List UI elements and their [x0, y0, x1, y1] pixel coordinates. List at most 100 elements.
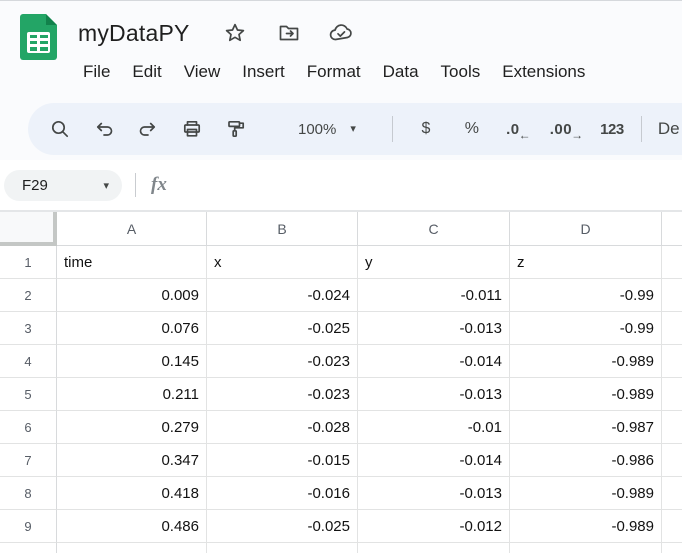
cell-E1[interactable]	[662, 246, 682, 279]
cell-B6[interactable]: -0.028	[207, 411, 358, 444]
menu-data[interactable]: Data	[372, 58, 430, 86]
cell-C9[interactable]: -0.012	[358, 510, 510, 543]
cell-A1[interactable]: time	[57, 246, 207, 279]
cell-E8[interactable]	[662, 477, 682, 510]
menu-bar: File Edit View Insert Format Data Tools …	[72, 55, 596, 89]
cell-B3[interactable]: -0.025	[207, 312, 358, 345]
format-currency-button[interactable]: $	[403, 107, 449, 151]
logo-fold	[46, 14, 57, 25]
column-header-a[interactable]: A	[57, 212, 207, 246]
cell-D10[interactable]: -0.99	[510, 543, 662, 553]
cell-B7[interactable]: -0.015	[207, 444, 358, 477]
column-header-d[interactable]: D	[510, 212, 662, 246]
document-title[interactable]: myDataPY	[78, 20, 190, 47]
row-number[interactable]: 1	[0, 246, 57, 279]
cell-E4[interactable]	[662, 345, 682, 378]
cell-D7[interactable]: -0.986	[510, 444, 662, 477]
cell-E6[interactable]	[662, 411, 682, 444]
sheet-row-2: 2 0.009 -0.024 -0.011 -0.99	[0, 279, 682, 312]
font-selector[interactable]: De	[658, 119, 680, 139]
row-number[interactable]: 2	[0, 279, 57, 312]
cell-B5[interactable]: -0.023	[207, 378, 358, 411]
paint-format-icon[interactable]	[214, 107, 258, 151]
cell-C10[interactable]: -0.013	[358, 543, 510, 553]
decrease-decimal-button[interactable]: .0←	[495, 107, 543, 151]
cell-A7[interactable]: 0.347	[57, 444, 207, 477]
cloud-saved-icon[interactable]	[328, 20, 354, 46]
sheet-row-1: 1 time x y z	[0, 246, 682, 279]
cell-D2[interactable]: -0.99	[510, 279, 662, 312]
cell-E9[interactable]	[662, 510, 682, 543]
cell-D4[interactable]: -0.989	[510, 345, 662, 378]
menu-file[interactable]: File	[72, 58, 121, 86]
cell-C2[interactable]: -0.011	[358, 279, 510, 312]
sheet-row-7: 7 0.347 -0.015 -0.014 -0.986	[0, 444, 682, 477]
row-number[interactable]: 8	[0, 477, 57, 510]
cell-B10[interactable]: -0.02	[207, 543, 358, 553]
cell-C7[interactable]: -0.014	[358, 444, 510, 477]
cell-E2[interactable]	[662, 279, 682, 312]
more-formats-button[interactable]: 123	[591, 107, 633, 151]
menu-tools[interactable]: Tools	[430, 58, 492, 86]
cell-E5[interactable]	[662, 378, 682, 411]
cell-A4[interactable]: 0.145	[57, 345, 207, 378]
move-to-folder-icon[interactable]	[276, 20, 302, 46]
row-number[interactable]: 4	[0, 345, 57, 378]
cell-E10[interactable]	[662, 543, 682, 553]
redo-icon[interactable]	[126, 107, 170, 151]
menu-format[interactable]: Format	[296, 58, 372, 86]
cell-A10[interactable]: 0.552	[57, 543, 207, 553]
column-header-e[interactable]	[662, 212, 682, 246]
toolbar-strip: 100% ▾ $ % .0← .00→ 123 De	[0, 96, 682, 160]
menu-insert[interactable]: Insert	[231, 58, 296, 86]
cell-D1[interactable]: z	[510, 246, 662, 279]
row-number[interactable]: 6	[0, 411, 57, 444]
cell-B8[interactable]: -0.016	[207, 477, 358, 510]
column-header-b[interactable]: B	[207, 212, 358, 246]
row-number[interactable]: 7	[0, 444, 57, 477]
row-number[interactable]: 9	[0, 510, 57, 543]
increase-decimal-button[interactable]: .00→	[543, 107, 591, 151]
cell-A3[interactable]: 0.076	[57, 312, 207, 345]
cell-C4[interactable]: -0.014	[358, 345, 510, 378]
row-number[interactable]: 10	[0, 543, 57, 553]
format-percent-button[interactable]: %	[449, 107, 495, 151]
column-header-c[interactable]: C	[358, 212, 510, 246]
cell-E7[interactable]	[662, 444, 682, 477]
select-all-corner[interactable]	[0, 212, 57, 246]
zoom-control[interactable]: 100% ▾	[288, 111, 366, 147]
row-number[interactable]: 3	[0, 312, 57, 345]
cell-B9[interactable]: -0.025	[207, 510, 358, 543]
print-icon[interactable]	[170, 107, 214, 151]
name-box[interactable]: F29 ▾	[4, 170, 122, 201]
cell-D6[interactable]: -0.987	[510, 411, 662, 444]
cell-C6[interactable]: -0.01	[358, 411, 510, 444]
cell-D9[interactable]: -0.989	[510, 510, 662, 543]
formula-bar-row: F29 ▾ fx	[0, 160, 682, 212]
cell-C8[interactable]: -0.013	[358, 477, 510, 510]
row-number[interactable]: 5	[0, 378, 57, 411]
cell-B4[interactable]: -0.023	[207, 345, 358, 378]
cell-D3[interactable]: -0.99	[510, 312, 662, 345]
cell-A2[interactable]: 0.009	[57, 279, 207, 312]
cell-A8[interactable]: 0.418	[57, 477, 207, 510]
menu-view[interactable]: View	[173, 58, 232, 86]
cell-B1[interactable]: x	[207, 246, 358, 279]
cell-C1[interactable]: y	[358, 246, 510, 279]
cell-A9[interactable]: 0.486	[57, 510, 207, 543]
cell-C3[interactable]: -0.013	[358, 312, 510, 345]
cell-C5[interactable]: -0.013	[358, 378, 510, 411]
star-icon[interactable]	[222, 20, 248, 46]
cell-B2[interactable]: -0.024	[207, 279, 358, 312]
cell-A5[interactable]: 0.211	[57, 378, 207, 411]
menu-extensions[interactable]: Extensions	[491, 58, 596, 86]
cell-D5[interactable]: -0.989	[510, 378, 662, 411]
undo-icon[interactable]	[82, 107, 126, 151]
menu-edit[interactable]: Edit	[121, 58, 172, 86]
sheets-logo-icon[interactable]	[20, 14, 57, 60]
cell-D8[interactable]: -0.989	[510, 477, 662, 510]
sheet-row-5: 5 0.211 -0.023 -0.013 -0.989	[0, 378, 682, 411]
cell-A6[interactable]: 0.279	[57, 411, 207, 444]
search-icon[interactable]	[38, 107, 82, 151]
cell-E3[interactable]	[662, 312, 682, 345]
